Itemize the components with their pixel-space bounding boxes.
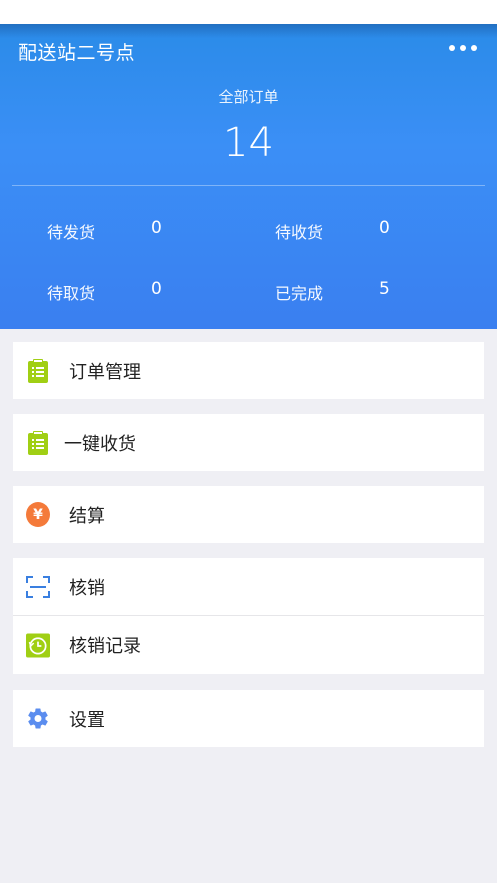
more-dot-icon <box>460 45 466 51</box>
more-options-button[interactable] <box>449 40 477 56</box>
stat-completed-value[interactable]: 5 <box>379 279 390 299</box>
status-bar <box>0 0 497 24</box>
clock-history-icon <box>26 633 50 657</box>
stat-pending-ship-label[interactable]: 待发货 <box>47 219 95 243</box>
stat-pending-pickup-label[interactable]: 待取货 <box>47 280 95 304</box>
settings-card: 设置 <box>13 690 484 747</box>
total-orders-label[interactable]: 全部订单 <box>0 86 497 107</box>
yuan-coin-icon: ¥ <box>26 502 50 527</box>
station-title: 配送站二号点 <box>18 42 136 64</box>
menu-item-verify-records[interactable]: 核销记录 <box>13 615 484 674</box>
verification-card: 核销 核销记录 <box>13 558 484 674</box>
total-orders-count[interactable]: 14 <box>0 120 497 166</box>
order-management-card: 订单管理 <box>13 342 484 399</box>
stat-completed-label[interactable]: 已完成 <box>275 280 323 304</box>
stat-pending-receive-value[interactable]: 0 <box>379 218 390 238</box>
scan-frame-icon <box>26 575 50 599</box>
header-divider <box>12 185 485 186</box>
menu-item-verify[interactable]: 核销 <box>13 558 484 615</box>
order-summary-header: 配送站二号点 全部订单 14 待发货 0 待收货 0 待取货 0 已完成 5 <box>0 24 497 329</box>
one-click-receive-card: 一键收货 <box>13 414 484 471</box>
menu-item-label: 结算 <box>69 505 105 527</box>
clipboard-list-icon <box>26 358 50 383</box>
more-dot-icon <box>471 45 477 51</box>
stat-pending-receive-label[interactable]: 待收货 <box>275 219 323 243</box>
menu-item-settings[interactable]: 设置 <box>13 690 484 747</box>
settlement-card: ¥ 结算 <box>13 486 484 543</box>
header-shade <box>0 24 497 38</box>
stat-pending-ship-value[interactable]: 0 <box>151 218 162 238</box>
menu-item-label: 核销记录 <box>69 636 141 657</box>
more-dot-icon <box>449 45 455 51</box>
menu-item-label: 订单管理 <box>69 361 141 383</box>
clipboard-list-icon <box>26 430 50 455</box>
menu-item-order-management[interactable]: 订单管理 <box>13 342 484 399</box>
menu-item-settlement[interactable]: ¥ 结算 <box>13 486 484 543</box>
menu-item-label: 核销 <box>69 577 105 599</box>
menu-item-label: 设置 <box>69 709 105 731</box>
yuan-symbol: ¥ <box>26 502 50 527</box>
stat-pending-pickup-value[interactable]: 0 <box>151 279 162 299</box>
gear-icon <box>26 707 50 731</box>
menu-item-one-click-receive[interactable]: 一键收货 <box>13 414 484 471</box>
menu-item-label: 一键收货 <box>64 433 136 455</box>
